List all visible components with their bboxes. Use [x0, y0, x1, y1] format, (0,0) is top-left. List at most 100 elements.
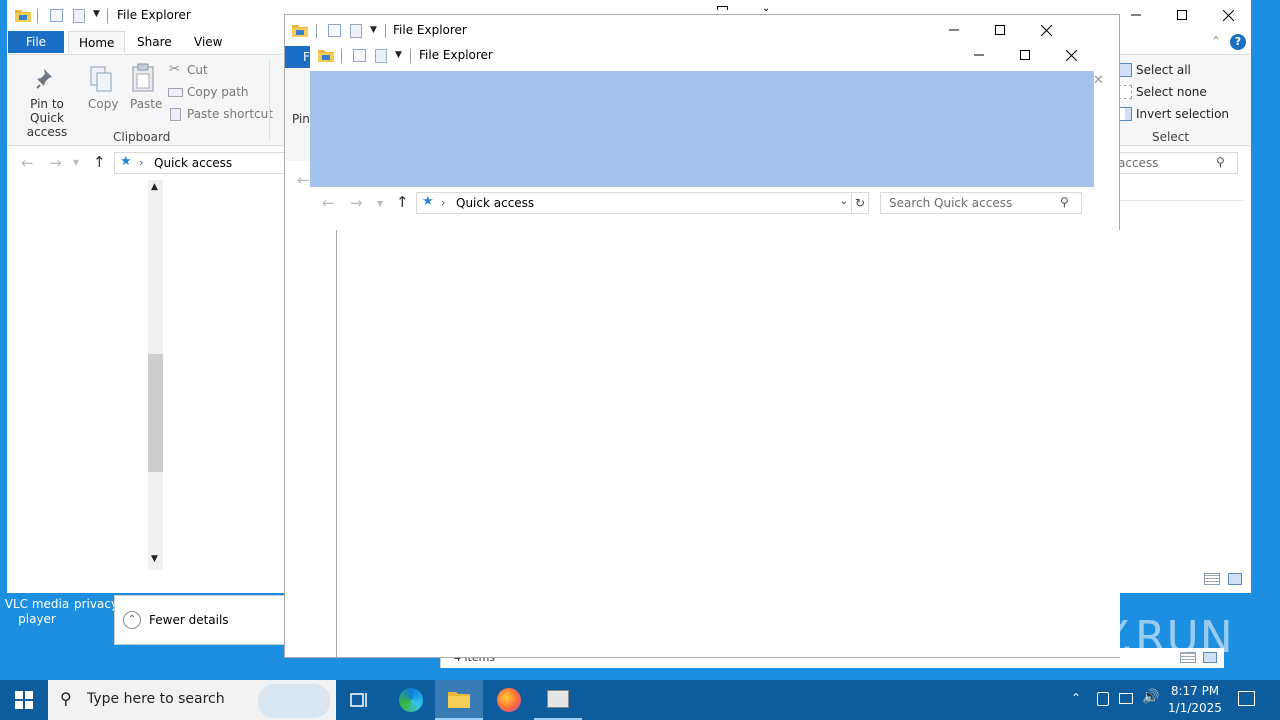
device-icon[interactable] [1097, 692, 1109, 706]
qa-separator [107, 9, 108, 23]
breadcrumb-chevron-icon: › [441, 196, 446, 209]
properties-icon[interactable] [50, 9, 63, 22]
invert-selection-button[interactable]: Invert selection [1136, 107, 1229, 121]
watermark: ANY.RUN [1036, 612, 1234, 663]
new-folder-icon[interactable] [73, 9, 85, 23]
search-icon: ⚲ [1216, 155, 1225, 169]
close-button[interactable] [1205, 0, 1251, 30]
maximize-icon [995, 25, 1005, 35]
close-icon [1040, 24, 1052, 36]
address-bar-front[interactable]: ★ › Quick access ⌄ [416, 192, 852, 214]
close-icon [1222, 9, 1234, 21]
clipboard-group-label: Clipboard [113, 130, 171, 144]
new-folder-icon[interactable] [375, 49, 387, 63]
paste-button[interactable]: Paste [130, 97, 162, 111]
copy-path-button[interactable]: Copy path [187, 85, 249, 99]
details-view-icon[interactable] [1204, 573, 1220, 585]
up-button-front[interactable]: ↑ [396, 193, 409, 211]
select-all-button[interactable]: Select all [1136, 63, 1191, 77]
help-icon[interactable]: ? [1230, 34, 1246, 50]
taskbar-search-box[interactable]: ⚲ Type here to search [48, 680, 336, 720]
back-button-middle[interactable]: ← [297, 171, 310, 189]
recent-locations-icon-front[interactable]: ▼ [377, 199, 383, 208]
qa-separator [316, 24, 317, 38]
folder-icon [292, 25, 308, 37]
copy-path-icon [168, 88, 183, 97]
search-input[interactable]: Search Quick access [880, 192, 1082, 214]
forward-button-front[interactable]: → [350, 194, 363, 212]
windows-logo-icon [15, 691, 33, 709]
paste-icon [132, 63, 154, 92]
action-center-button[interactable] [1238, 691, 1255, 706]
firefox-button[interactable] [485, 680, 533, 720]
forward-button[interactable]: → [49, 154, 62, 172]
firefox-icon [497, 688, 521, 712]
window-title-front: File Explorer [419, 48, 493, 62]
collapse-ribbon-icon[interactable]: ⌃ [1211, 34, 1221, 48]
task-view-button[interactable] [336, 680, 384, 720]
tab-file[interactable]: File [8, 31, 64, 53]
scroll-down-icon[interactable]: ▼ [151, 554, 158, 564]
back-button[interactable]: ← [21, 154, 34, 172]
select-all-icon [1118, 63, 1132, 77]
close-button-front[interactable] [1048, 40, 1094, 70]
new-folder-icon[interactable] [350, 24, 362, 38]
file-explorer-button[interactable] [435, 680, 483, 720]
app-button[interactable] [534, 680, 582, 720]
network-icon[interactable] [1119, 693, 1133, 704]
address-location: Quick access [154, 156, 233, 170]
refresh-button[interactable]: ↻ [851, 192, 869, 214]
tab-share[interactable]: Share [127, 31, 182, 53]
scroll-thumb[interactable] [148, 354, 163, 472]
ghost-chevron-icon: ⌄ [762, 3, 771, 14]
window-title-middle: File Explorer [393, 23, 467, 37]
properties-icon[interactable] [328, 24, 341, 37]
maximize-button[interactable] [1159, 0, 1205, 30]
tab-view[interactable]: View [184, 31, 232, 53]
tab-home[interactable]: Home [68, 31, 126, 53]
back-button-front[interactable]: ← [322, 194, 335, 212]
paste-shortcut-button[interactable]: Paste shortcut [187, 107, 273, 121]
pin-button-middle[interactable]: Pin [292, 112, 310, 126]
show-hidden-icons[interactable]: ⌃ [1071, 691, 1081, 705]
close-small-icon[interactable]: ✕ [1093, 73, 1104, 88]
minimize-icon [949, 29, 959, 31]
scroll-up-icon[interactable]: ▲ [151, 182, 158, 192]
desktop-icon-privacy[interactable]: privacy [74, 597, 118, 612]
fewer-details-icon[interactable]: ⌃ [123, 611, 141, 629]
qa-dropdown-icon[interactable]: ▼ [370, 25, 377, 35]
fewer-details-button[interactable]: Fewer details [149, 613, 229, 627]
select-none-button[interactable]: Select none [1136, 85, 1207, 99]
clock-date: 1/1/2025 [1168, 701, 1222, 715]
selection-overlay [310, 71, 1094, 187]
maximize-button-front[interactable] [1002, 40, 1048, 70]
copy-button[interactable]: Copy [88, 97, 118, 111]
cut-icon: ✂ [169, 62, 180, 77]
address-dropdown-icon[interactable]: ⌄ [840, 196, 848, 207]
desktop-icon-privacy-label: privacy [74, 597, 118, 611]
maximize-icon [1020, 50, 1030, 60]
cut-button[interactable]: Cut [187, 63, 208, 77]
volume-icon[interactable]: 🔊 [1142, 689, 1159, 705]
large-icons-view-icon[interactable] [1228, 573, 1242, 585]
title-bar-front: ▼ File Explorer [310, 40, 1094, 70]
close-icon [1065, 49, 1077, 61]
qa-separator [341, 49, 342, 63]
desktop-icon-vlc[interactable]: VLC media player [2, 597, 72, 627]
pin-to-quick-access-button[interactable]: Pin to Quick access [12, 97, 82, 139]
start-button[interactable] [0, 680, 48, 720]
quick-access-star-icon: ★ [120, 154, 132, 169]
clock[interactable]: 8:17 PM 1/1/2025 [1166, 683, 1224, 717]
pin-label-line1: Pin to Quick [30, 97, 64, 125]
properties-icon[interactable] [353, 49, 366, 62]
window-title: File Explorer [117, 8, 191, 22]
qa-dropdown-icon[interactable]: ▼ [93, 9, 100, 19]
recent-locations-icon[interactable]: ▼ [73, 158, 79, 167]
qa-separator [410, 49, 411, 63]
nav-pane-scrollbar[interactable]: ▲ ▼ [148, 180, 163, 570]
minimize-button-front[interactable] [956, 40, 1002, 70]
edge-button[interactable] [387, 680, 435, 720]
up-button[interactable]: ↑ [93, 153, 106, 171]
qa-dropdown-icon[interactable]: ▼ [395, 50, 402, 60]
tab-file-middle[interactable]: F [285, 46, 311, 68]
